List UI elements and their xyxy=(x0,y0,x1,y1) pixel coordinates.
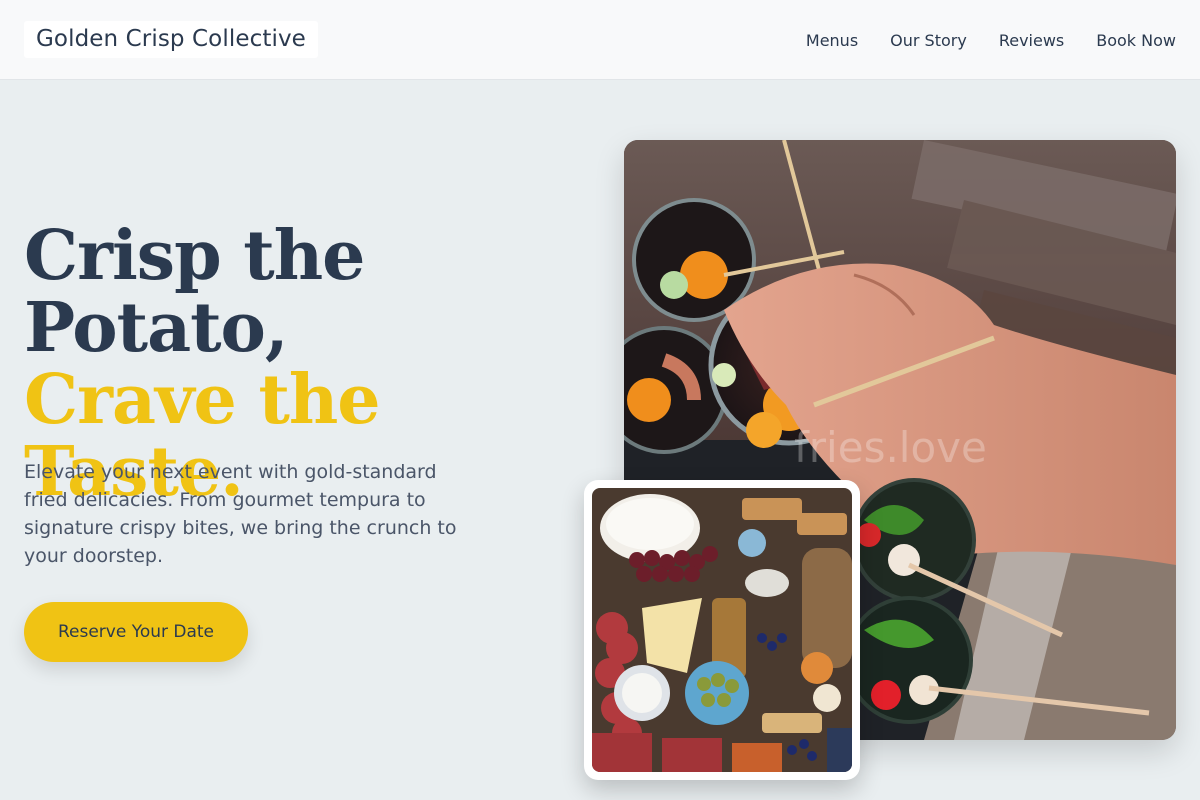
nav-link-our-story[interactable]: Our Story xyxy=(890,31,967,50)
inset-photo-charcuterie xyxy=(584,480,860,780)
site-header: Golden Crisp Collective Menus Our Story … xyxy=(0,0,1200,80)
hero-description: Elevate your next event with gold-standa… xyxy=(24,461,457,567)
nav-link-menus[interactable]: Menus xyxy=(806,31,858,50)
headline-line-2: Potato, xyxy=(24,288,289,368)
reserve-date-button[interactable]: Reserve Your Date xyxy=(24,602,248,662)
photo-watermark: fries.love xyxy=(794,423,987,472)
nav-link-reviews[interactable]: Reviews xyxy=(999,31,1064,50)
headline-line-1: Crisp the xyxy=(24,216,365,296)
brand-logo[interactable]: Golden Crisp Collective xyxy=(24,21,318,58)
main-nav: Menus Our Story Reviews Book Now xyxy=(774,0,1176,80)
nav-link-book-now[interactable]: Book Now xyxy=(1096,31,1176,50)
